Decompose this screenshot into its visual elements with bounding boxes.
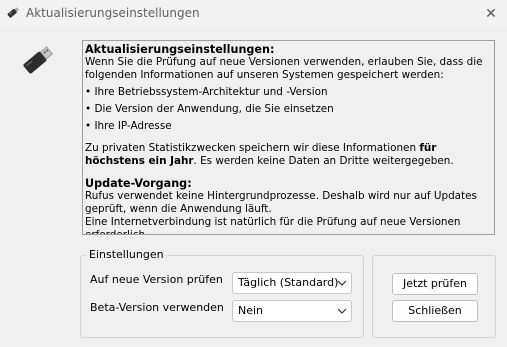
usb-drive-icon <box>7 7 20 18</box>
check-now-button[interactable]: Jetzt prüfen <box>392 273 478 295</box>
close-button[interactable]: Schließen <box>392 300 478 322</box>
heading-update-settings: Aktualisierungseinstellungen: <box>85 43 275 56</box>
chevron-down-icon <box>337 280 347 286</box>
settings-group <box>80 255 364 338</box>
beta-version-label: Beta-Version verwenden <box>90 301 224 314</box>
beta-version-select[interactable]: Nein <box>232 300 352 322</box>
bullet-item: • Die Version der Anwendung, die Sie ein… <box>85 103 334 115</box>
intro-text: Wenn Sie die Prüfung auf neue Versionen … <box>85 56 483 81</box>
buttons-group <box>372 255 496 338</box>
title-bar: Aktualisierungseinstellungen ✕ <box>0 0 507 28</box>
check-frequency-select[interactable]: Täglich (Standard) <box>232 272 352 294</box>
bullet-item: • Ihre Betriebssystem-Architektur und -V… <box>85 86 328 98</box>
chevron-down-icon <box>337 308 347 314</box>
internet-text: Eine Internetverbindung ist natürlich fü… <box>85 216 461 235</box>
info-panel: Aktualisierungseinstellungen: Wenn Sie d… <box>82 40 495 235</box>
check-frequency-label: Auf neue Version prüfen <box>90 273 223 286</box>
privacy-text: Zu privaten Statistikzwecken speichern w… <box>85 142 454 167</box>
bullet-item: • Ihre IP-Adresse <box>85 120 172 132</box>
close-icon[interactable]: ✕ <box>478 2 504 26</box>
window-title: Aktualisierungseinstellungen <box>26 6 200 20</box>
process-text: Rufus verwendet keine Hintergrundprozess… <box>85 190 477 215</box>
usb-drive-icon <box>23 46 53 74</box>
heading-update-process: Update-Vorgang: <box>85 177 192 190</box>
settings-group-label: Einstellungen <box>86 248 167 261</box>
